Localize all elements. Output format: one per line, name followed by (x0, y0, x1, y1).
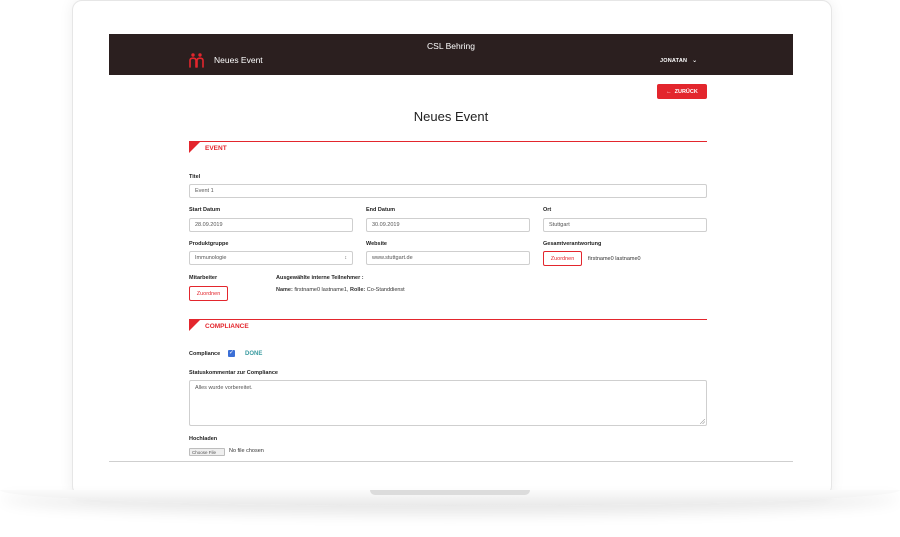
place-label: Ort (543, 207, 552, 213)
product-group-value: Immunologie (195, 255, 227, 261)
end-date-label: End Datum (366, 207, 396, 213)
start-date-label: Start Datum (189, 207, 221, 213)
end-date-input[interactable]: 30.09.2019 (366, 218, 530, 232)
participant-role: Co-Standdienst (366, 287, 405, 293)
compliance-status: DONE (245, 351, 263, 357)
top-navigation-bar: CSL Behring Neues Event JONATAN ⌄ (109, 34, 793, 75)
event-section-header: EVENT (189, 141, 707, 154)
choose-file-button[interactable]: Choose File (189, 448, 225, 456)
product-group-select[interactable]: Immunologie ↕ (189, 251, 353, 265)
participant-name: firstname0 lastname1, (294, 287, 349, 293)
compliance-section-header: COMPLIANCE (189, 319, 707, 332)
select-arrows-icon: ↕ (344, 255, 348, 261)
place-value: Stuttgart (549, 222, 570, 228)
resize-handle-icon[interactable] (700, 419, 705, 424)
title-label: Titel (189, 174, 201, 180)
event-section-title: EVENT (205, 145, 227, 152)
participant-role-key: Rolle: (349, 287, 366, 293)
assign-staff-button[interactable]: Zuordnen (189, 286, 228, 301)
user-menu[interactable]: JONATAN ⌄ (660, 57, 697, 64)
section-corner-icon (189, 142, 200, 153)
file-status: No file chosen (229, 448, 264, 454)
laptop-notch (370, 490, 530, 495)
participants-label: Ausgewählte interne Teilnehmer : (276, 275, 364, 281)
page-title: Neues Event (413, 109, 489, 124)
app-screen: CSL Behring Neues Event JONATAN ⌄ ← ZURÜC… (109, 34, 793, 462)
comment-textarea[interactable]: Alles wurde vorbereitet. (189, 380, 707, 426)
responsible-value: firstname0 lastname0 (588, 256, 641, 262)
staff-label: Mitarbeiter (189, 275, 218, 281)
place-input[interactable]: Stuttgart (543, 218, 707, 232)
product-group-label: Produktgruppe (189, 241, 229, 247)
participant-entry: Name: firstname0 lastname1, Rolle: Co-St… (276, 287, 405, 293)
comment-value: Alles wurde vorbereitet. (195, 385, 253, 391)
title-input-value: Event 1 (195, 188, 214, 194)
back-button[interactable]: ← ZURÜCK (657, 84, 707, 99)
start-date-input[interactable]: 28.09.2019 (189, 218, 353, 232)
participant-name-key: Name: (276, 287, 293, 293)
chevron-down-icon: ⌄ (692, 58, 698, 64)
section-corner-icon (189, 320, 200, 331)
brand-title: CSL Behring (427, 41, 475, 51)
compliance-label: Compliance (189, 351, 221, 357)
start-date-value: 28.09.2019 (195, 222, 223, 228)
user-name: JONATAN (660, 58, 688, 64)
comment-label: Statuskommentar zur Compliance (189, 370, 278, 376)
end-date-value: 30.09.2019 (372, 222, 400, 228)
website-input[interactable]: www.stuttgart.de (366, 251, 530, 265)
responsible-label: Gesamtverantwortung (543, 241, 602, 247)
website-value: www.stuttgart.de (372, 255, 413, 261)
upload-label: Hochladen (189, 436, 218, 442)
title-input[interactable]: Event 1 (189, 184, 707, 198)
website-label: Website (366, 241, 387, 247)
app-name[interactable]: Neues Event (214, 55, 263, 65)
back-button-label: ZURÜCK (674, 88, 698, 95)
arrow-left-icon: ← (666, 88, 672, 95)
compliance-checkbox[interactable]: ✓ (228, 350, 235, 357)
assign-responsible-button[interactable]: Zuordnen (543, 251, 582, 266)
compliance-section-title: COMPLIANCE (205, 323, 249, 330)
people-logo-icon[interactable] (188, 52, 205, 68)
